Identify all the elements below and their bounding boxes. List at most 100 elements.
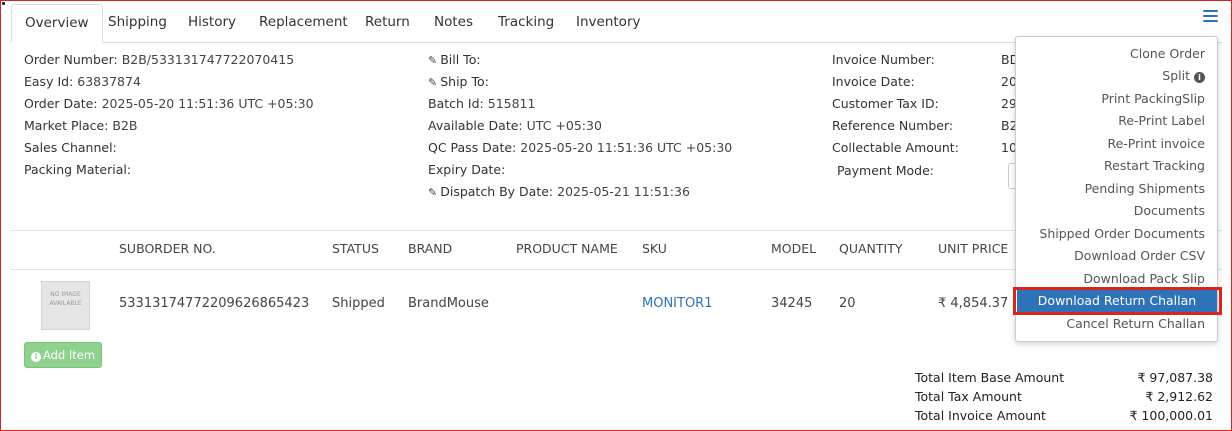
total-value: ₹ 97,087.38 bbox=[1137, 370, 1213, 385]
header-status: STATUS bbox=[332, 241, 379, 256]
easy-id-label: Easy Id: bbox=[24, 74, 74, 89]
header-unit-price: UNIT PRICE bbox=[938, 241, 1009, 256]
available-date-row: Available Date: UTC +05:30 bbox=[428, 115, 602, 137]
total-tax-amount: Total Tax Amount ₹ 2,912.62 bbox=[915, 387, 1213, 406]
menu-item-print-packingslip[interactable]: Print PackingSlip bbox=[1016, 88, 1217, 110]
easy-id-value: 63837874 bbox=[77, 74, 141, 89]
pencil-icon[interactable]: ✎ bbox=[428, 182, 437, 204]
menu-item-reprint-label[interactable]: Re-Print Label bbox=[1016, 110, 1217, 132]
tab-history[interactable]: History bbox=[188, 4, 236, 43]
customer-tax-id-label: Customer Tax ID: bbox=[832, 96, 939, 111]
menu-item-reprint-invoice[interactable]: Re-Print invoice bbox=[1016, 133, 1217, 155]
total-item-base-amount: Total Item Base Amount ₹ 97,087.38 bbox=[915, 368, 1213, 387]
dispatch-by-date-value: 2025-05-21 11:51:36 bbox=[557, 184, 690, 199]
tab-inventory[interactable]: Inventory bbox=[576, 4, 640, 43]
header-product-name: PRODUCT NAME bbox=[516, 241, 618, 256]
tab-notes[interactable]: Notes bbox=[434, 4, 473, 43]
invoice-number-row: Invoice Number: bbox=[832, 49, 935, 71]
menu-item-split-label: Split bbox=[1162, 68, 1191, 83]
add-item-label: Add Item bbox=[42, 348, 96, 362]
highlight-box bbox=[1013, 287, 1222, 315]
market-place-value: B2B bbox=[112, 118, 138, 133]
expiry-date-label: Expiry Date: bbox=[428, 162, 506, 177]
market-place-row: Market Place: B2B bbox=[24, 115, 138, 137]
tab-return[interactable]: Return bbox=[365, 4, 410, 43]
total-value: ₹ 100,000.01 bbox=[1129, 408, 1214, 423]
menu-item-pending-shipments[interactable]: Pending Shipments bbox=[1016, 178, 1217, 200]
cell-unit-price: ₹ 4,854.37 bbox=[938, 296, 1009, 311]
order-number-label: Order Number: bbox=[24, 52, 118, 67]
menu-item-download-order-csv[interactable]: Download Order CSV bbox=[1016, 245, 1217, 267]
cell-sku-link[interactable]: MONITOR1 bbox=[642, 296, 712, 311]
menu-item-restart-tracking[interactable]: Restart Tracking bbox=[1016, 155, 1217, 177]
qc-pass-date-row: QC Pass Date: 2025-05-20 11:51:36 UTC +05… bbox=[428, 137, 732, 159]
invoice-number-label: Invoice Number: bbox=[832, 52, 935, 67]
tab-tracking[interactable]: Tracking bbox=[498, 4, 554, 43]
dispatch-by-date-row: ✎ Dispatch By Date: 2025-05-21 11:51:36 bbox=[428, 181, 690, 203]
header-sku: SKU bbox=[642, 241, 667, 256]
qc-pass-date-label: QC Pass Date: bbox=[428, 140, 517, 155]
total-label: Total Invoice Amount bbox=[915, 408, 1046, 423]
invoice-date-row: Invoice Date: bbox=[832, 71, 915, 93]
packing-material-label: Packing Material: bbox=[24, 162, 132, 177]
collectable-amount-row: Collectable Amount: bbox=[832, 137, 959, 159]
menu-icon[interactable] bbox=[1203, 10, 1218, 24]
info-icon: i bbox=[30, 352, 41, 362]
menu-item-clone-order[interactable]: Clone Order bbox=[1016, 43, 1217, 65]
no-image-text: NO IMAGE AVAILABLE bbox=[49, 291, 82, 307]
corner-dot bbox=[2, 2, 5, 5]
total-invoice-amount: Total Invoice Amount ₹ 100,000.01 bbox=[915, 406, 1213, 425]
ship-to-row: ✎ Ship To: bbox=[428, 71, 489, 93]
batch-id-row: Batch Id: 515811 bbox=[428, 93, 535, 115]
header-suborder-no: SUBORDER NO. bbox=[119, 241, 216, 256]
collectable-amount-label: Collectable Amount: bbox=[832, 140, 959, 155]
invoice-date-label: Invoice Date: bbox=[832, 74, 915, 89]
cell-model: 34245 bbox=[771, 296, 813, 311]
ship-to-label: Ship To: bbox=[440, 74, 489, 89]
cell-brand: BrandMouse bbox=[408, 296, 489, 311]
batch-id-label: Batch Id: bbox=[428, 96, 484, 111]
total-value: ₹ 2,912.62 bbox=[1145, 389, 1213, 404]
info-icon: i bbox=[1194, 72, 1205, 83]
total-label: Total Item Base Amount bbox=[915, 370, 1065, 385]
sales-channel-row: Sales Channel: bbox=[24, 137, 117, 159]
pencil-icon[interactable]: ✎ bbox=[428, 50, 437, 72]
order-date-row: Order Date: 2025-05-20 11:51:36 UTC +05:3… bbox=[24, 93, 314, 115]
customer-tax-id-row: Customer Tax ID: bbox=[832, 93, 939, 115]
reference-number-row: Reference Number: bbox=[832, 115, 953, 137]
packing-material-row: Packing Material: bbox=[24, 159, 131, 181]
order-date-value: 2025-05-20 11:51:36 UTC +05:30 bbox=[101, 96, 314, 111]
header-quantity: QUANTITY bbox=[839, 241, 903, 256]
no-image-placeholder: NO IMAGE AVAILABLE bbox=[41, 281, 90, 330]
order-date-label: Order Date: bbox=[24, 96, 98, 111]
market-place-label: Market Place: bbox=[24, 118, 109, 133]
bill-to-label: Bill To: bbox=[440, 52, 481, 67]
menu-item-cancel-return-challan[interactable]: Cancel Return Challan bbox=[1016, 313, 1217, 335]
tab-replacement[interactable]: Replacement bbox=[259, 4, 348, 43]
qc-pass-date-value: 2025-05-20 11:51:36 UTC +05:30 bbox=[520, 140, 733, 155]
total-label: Total Tax Amount bbox=[915, 389, 1022, 404]
dispatch-by-date-label: Dispatch By Date: bbox=[440, 184, 554, 199]
available-date-label: Available Date: bbox=[428, 118, 523, 133]
order-number-value: B2B/533131747722070415 bbox=[121, 52, 295, 67]
tab-overview[interactable]: Overview bbox=[11, 4, 103, 43]
add-item-button[interactable]: i Add Item bbox=[24, 342, 102, 368]
menu-item-shipped-order-documents[interactable]: Shipped Order Documents bbox=[1016, 223, 1217, 245]
header-model: MODEL bbox=[771, 241, 817, 256]
easy-id-row: Easy Id: 63837874 bbox=[24, 71, 141, 93]
reference-number-label: Reference Number: bbox=[832, 118, 954, 133]
expiry-date-row: Expiry Date: bbox=[428, 159, 505, 181]
available-date-value: UTC +05:30 bbox=[526, 118, 602, 133]
pencil-icon[interactable]: ✎ bbox=[428, 72, 437, 94]
payment-mode-label: Payment Mode: bbox=[837, 163, 934, 178]
menu-item-split[interactable]: Split i bbox=[1016, 65, 1217, 87]
menu-item-documents[interactable]: Documents bbox=[1016, 200, 1217, 222]
batch-id-value: 515811 bbox=[487, 96, 536, 111]
bill-to-row: ✎ Bill To: bbox=[428, 49, 481, 71]
header-brand: BRAND bbox=[408, 241, 453, 256]
tab-shipping[interactable]: Shipping bbox=[108, 4, 167, 43]
cell-status: Shipped bbox=[332, 296, 385, 311]
cell-suborder-no: 53313174772209626865423 bbox=[119, 296, 310, 311]
cell-quantity: 20 bbox=[839, 296, 856, 311]
order-number-row: Order Number: B2B/533131747722070415 bbox=[24, 49, 294, 71]
